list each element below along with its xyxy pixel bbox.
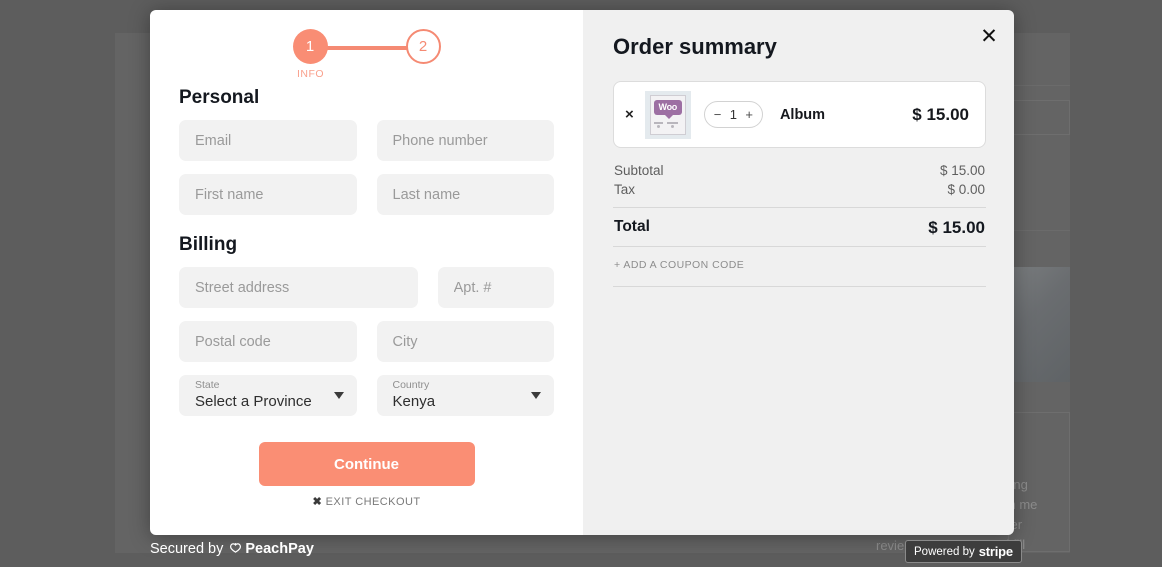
- personal-row-2: [179, 174, 554, 215]
- country-select-wrap: Country Kenya: [377, 375, 555, 416]
- quantity-stepper: − 1 +: [704, 101, 763, 128]
- woo-logo-icon: Woo: [654, 100, 682, 115]
- subtotal-label: Subtotal: [614, 163, 664, 178]
- apt-field-wrap: [438, 267, 554, 308]
- email-field-wrap: [179, 120, 357, 161]
- peachpay-brand: PeachPay: [245, 541, 314, 557]
- bg-photo: [1008, 267, 1070, 382]
- thumb-dot: [671, 125, 674, 128]
- bg-card-top: [1008, 100, 1070, 135]
- billing-row-1: [179, 267, 554, 308]
- apt-number-field[interactable]: [438, 267, 554, 308]
- total-row: Total $ 15.00: [613, 216, 986, 238]
- first-name-field-wrap: [179, 174, 357, 215]
- state-select[interactable]: State Select a Province: [179, 375, 357, 416]
- total-label: Total: [614, 218, 650, 238]
- totals-divider: [613, 207, 986, 208]
- stepper-step-1-number: 1: [306, 38, 314, 55]
- subtotal-row: Subtotal $ 15.00: [613, 161, 986, 180]
- stepper-step-1-label: INFO: [281, 68, 341, 80]
- city-field-wrap: [377, 321, 555, 362]
- quantity-decrease-button[interactable]: −: [714, 107, 722, 122]
- checkout-stepper: 1 INFO 2: [179, 10, 554, 84]
- country-select[interactable]: Country Kenya: [377, 375, 555, 416]
- close-modal-button[interactable]: ✕: [976, 23, 1002, 49]
- bg-divider: [1010, 230, 1070, 231]
- product-thumbnail-woo-placeholder-icon: Woo: [645, 91, 691, 139]
- stripe-brand-label: stripe: [979, 544, 1013, 559]
- bg-text-snippet: revie: [876, 538, 904, 553]
- personal-section-title: Personal: [179, 87, 554, 109]
- email-field[interactable]: [179, 120, 357, 161]
- personal-row-1: [179, 120, 554, 161]
- add-coupon-code-link[interactable]: + ADD A COUPON CODE: [613, 255, 986, 278]
- order-summary-panel: ✕ Order summary × Woo − 1 + Album $ 15.0…: [583, 10, 1014, 535]
- stepper-step-1[interactable]: 1: [293, 29, 328, 64]
- coupon-divider: [613, 246, 986, 247]
- checkout-form-panel: 1 INFO 2 Personal B: [150, 10, 583, 535]
- state-select-wrap: State Select a Province: [179, 375, 357, 416]
- powered-by-stripe-badge: Powered by stripe: [905, 540, 1022, 563]
- quantity-value: 1: [721, 107, 745, 122]
- phone-field-wrap: [377, 120, 555, 161]
- postal-code-field[interactable]: [179, 321, 357, 362]
- thumb-dash: [654, 122, 663, 124]
- country-select-value: Kenya: [393, 392, 539, 411]
- postal-code-field-wrap: [179, 321, 357, 362]
- chevron-down-icon: [531, 392, 541, 399]
- thumb-dot: [657, 125, 660, 128]
- stepper-step-2-number: 2: [419, 38, 427, 55]
- product-name: Album: [780, 107, 912, 123]
- tax-label: Tax: [614, 182, 635, 197]
- billing-row-2: [179, 321, 554, 362]
- order-item-row: × Woo − 1 + Album $ 15.00: [613, 81, 986, 148]
- exit-checkout-link[interactable]: ✖ EXIT CHECKOUT: [179, 495, 554, 508]
- exit-checkout-label: EXIT CHECKOUT: [326, 496, 421, 508]
- stepper-connector-line: [319, 46, 415, 50]
- city-field[interactable]: [377, 321, 555, 362]
- chevron-down-icon: [334, 392, 344, 399]
- state-select-value: Select a Province: [195, 392, 341, 411]
- subtotal-value: $ 15.00: [940, 163, 985, 178]
- street-address-field[interactable]: [179, 267, 418, 308]
- stripe-prefix-label: Powered by: [914, 546, 975, 558]
- close-icon: ✖: [312, 496, 322, 508]
- remove-item-button[interactable]: ×: [625, 107, 634, 122]
- secured-by-peachpay: Secured by PeachPay: [150, 541, 314, 557]
- coupon-bottom-divider: [613, 286, 986, 287]
- billing-section-title: Billing: [179, 234, 554, 256]
- street-address-field-wrap: [179, 267, 418, 308]
- continue-button[interactable]: Continue: [259, 442, 475, 486]
- last-name-field[interactable]: [377, 174, 555, 215]
- country-select-label: Country: [393, 379, 539, 392]
- product-price: $ 15.00: [912, 105, 969, 125]
- quantity-increase-button[interactable]: +: [745, 107, 753, 122]
- last-name-field-wrap: [377, 174, 555, 215]
- billing-row-3: State Select a Province Country Kenya: [179, 375, 554, 416]
- state-select-label: State: [195, 379, 341, 392]
- total-value: $ 15.00: [928, 218, 985, 238]
- tax-value: $ 0.00: [947, 182, 985, 197]
- secured-by-label: Secured by: [150, 541, 223, 557]
- tax-row: Tax $ 0.00: [613, 180, 986, 199]
- stepper-step-2[interactable]: 2: [406, 29, 441, 64]
- order-summary-title: Order summary: [613, 34, 986, 60]
- peach-icon: [228, 542, 243, 557]
- bg-divider: [1010, 85, 1070, 86]
- checkout-modal: 1 INFO 2 Personal B: [150, 10, 1014, 535]
- thumb-dash: [667, 122, 678, 124]
- phone-number-field[interactable]: [377, 120, 555, 161]
- first-name-field[interactable]: [179, 174, 357, 215]
